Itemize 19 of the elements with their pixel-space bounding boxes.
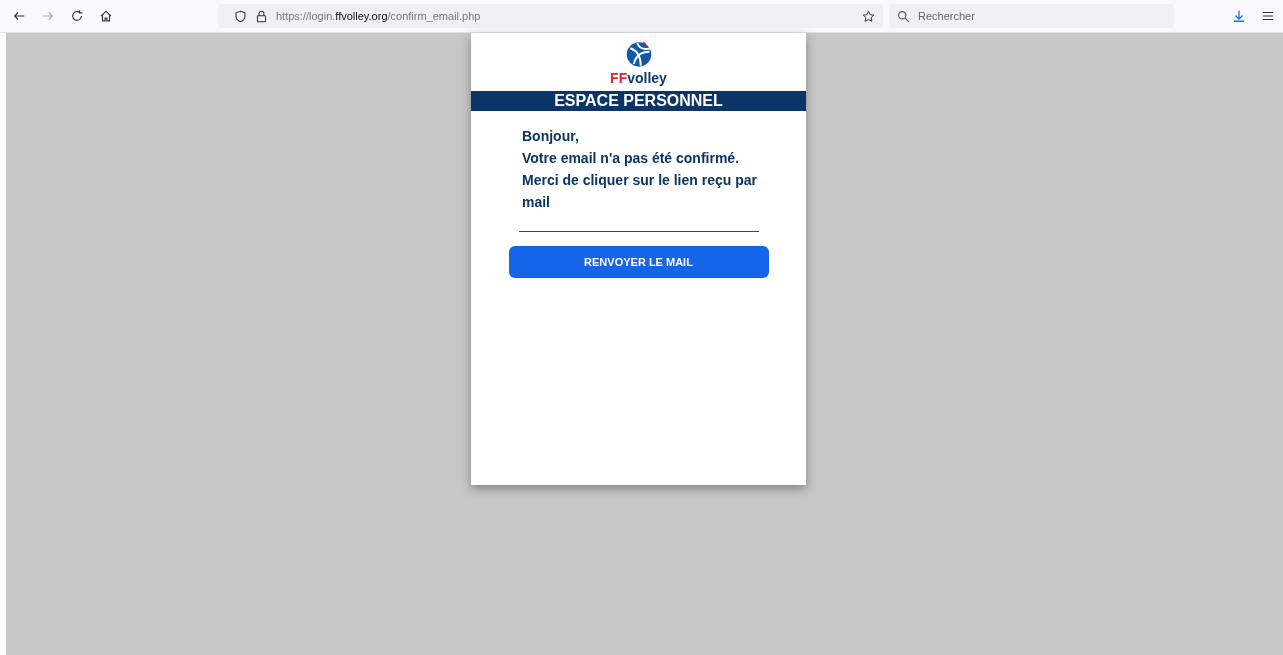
download-icon[interactable] xyxy=(1232,9,1246,23)
brand-logo-text: FFvolley xyxy=(610,70,667,87)
menu-icon[interactable] xyxy=(1261,9,1275,23)
address-bar[interactable]: https://login.ffvolley.org/confirm_email.php xyxy=(218,4,883,28)
banner-title: ESPACE PERSONNEL xyxy=(471,91,806,111)
message-text: Merci de cliquer sur le lien reçu par mail xyxy=(522,171,758,212)
back-icon[interactable] xyxy=(12,9,26,23)
star-icon[interactable] xyxy=(862,9,875,23)
search-icon xyxy=(897,9,910,23)
reload-icon[interactable] xyxy=(70,9,84,23)
message-text: Bonjour, xyxy=(522,127,580,146)
lock-icon xyxy=(255,9,268,23)
url-text: https://login.ffvolley.org/confirm_email.php xyxy=(276,10,482,22)
volleyball-icon xyxy=(624,39,653,68)
shield-icon xyxy=(234,9,247,23)
home-icon[interactable] xyxy=(99,9,113,23)
message-text: Votre email n'a pas été confirmé. xyxy=(522,149,741,168)
resend-mail-button[interactable]: RENVOYER LE MAIL xyxy=(508,246,769,278)
search-field[interactable]: Rechercher xyxy=(889,4,1174,28)
